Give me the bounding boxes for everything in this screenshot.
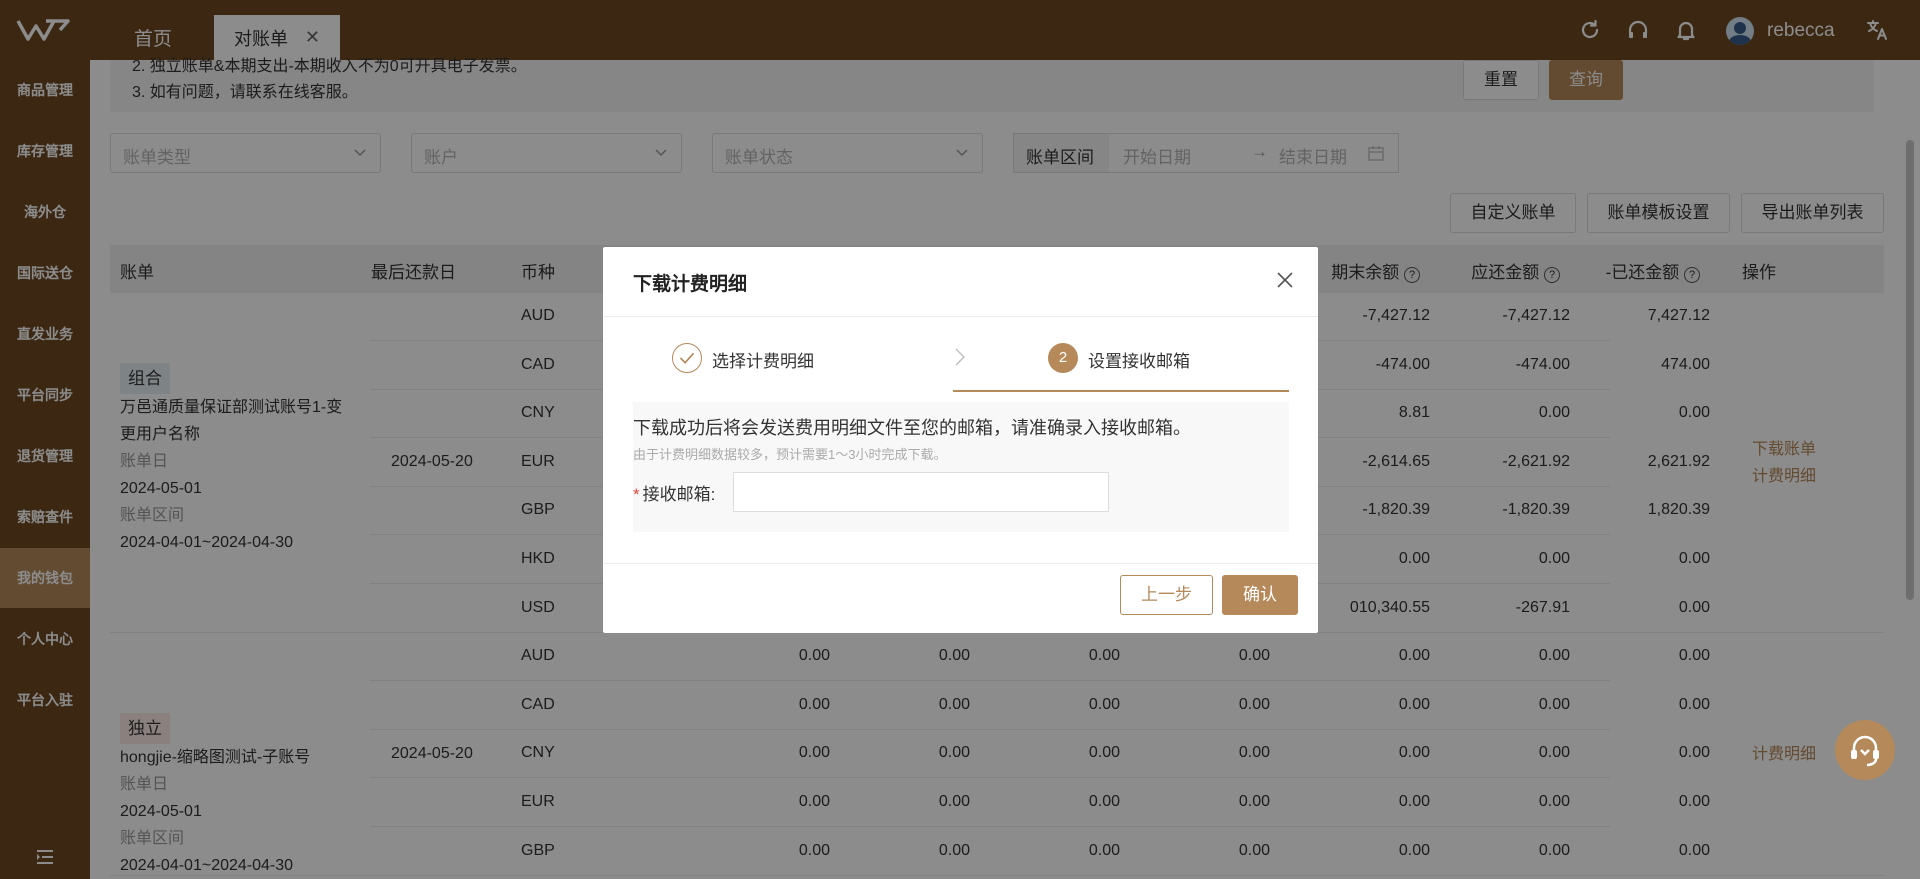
step-2-number: 2: [1048, 343, 1078, 373]
download-billing-details-modal: 下载计费明细 选择计费明细 2 设置接收邮箱 下载成功后将会发送费用明细文件至您…: [603, 247, 1318, 633]
close-icon[interactable]: [1276, 271, 1294, 289]
email-label: * 接收邮箱:: [633, 480, 715, 505]
required-asterisk: *: [633, 485, 640, 504]
email-label-text: 接收邮箱:: [642, 485, 716, 504]
customer-service-button[interactable]: [1835, 720, 1895, 780]
prev-step-button[interactable]: 上一步: [1120, 575, 1213, 615]
support-agent-icon: [1851, 735, 1879, 767]
email-field[interactable]: [733, 472, 1109, 512]
info-message: 下载成功后将会发送费用明细文件至您的邮箱，请准确录入接收邮箱。: [633, 418, 1191, 438]
chevron-right-icon: [955, 348, 965, 366]
check-circle-icon: [672, 343, 702, 373]
divider: [603, 563, 1318, 564]
step-1: 选择计费明细: [672, 343, 814, 373]
info-hint: 由于计费明细数据较多，预计需要1～3小时完成下载。: [633, 447, 947, 462]
modal-title: 下载计费明细: [633, 274, 748, 295]
divider: [603, 316, 1318, 317]
email-form-box: 下载成功后将会发送费用明细文件至您的邮箱，请准确录入接收邮箱。 由于计费明细数据…: [633, 402, 1289, 532]
step-1-label: 选择计费明细: [712, 352, 814, 371]
step-2-label: 设置接收邮箱: [1088, 352, 1190, 371]
confirm-button[interactable]: 确认: [1222, 575, 1298, 615]
active-step-underline: [953, 390, 1289, 392]
step-2: 2 设置接收邮箱: [1048, 343, 1190, 373]
